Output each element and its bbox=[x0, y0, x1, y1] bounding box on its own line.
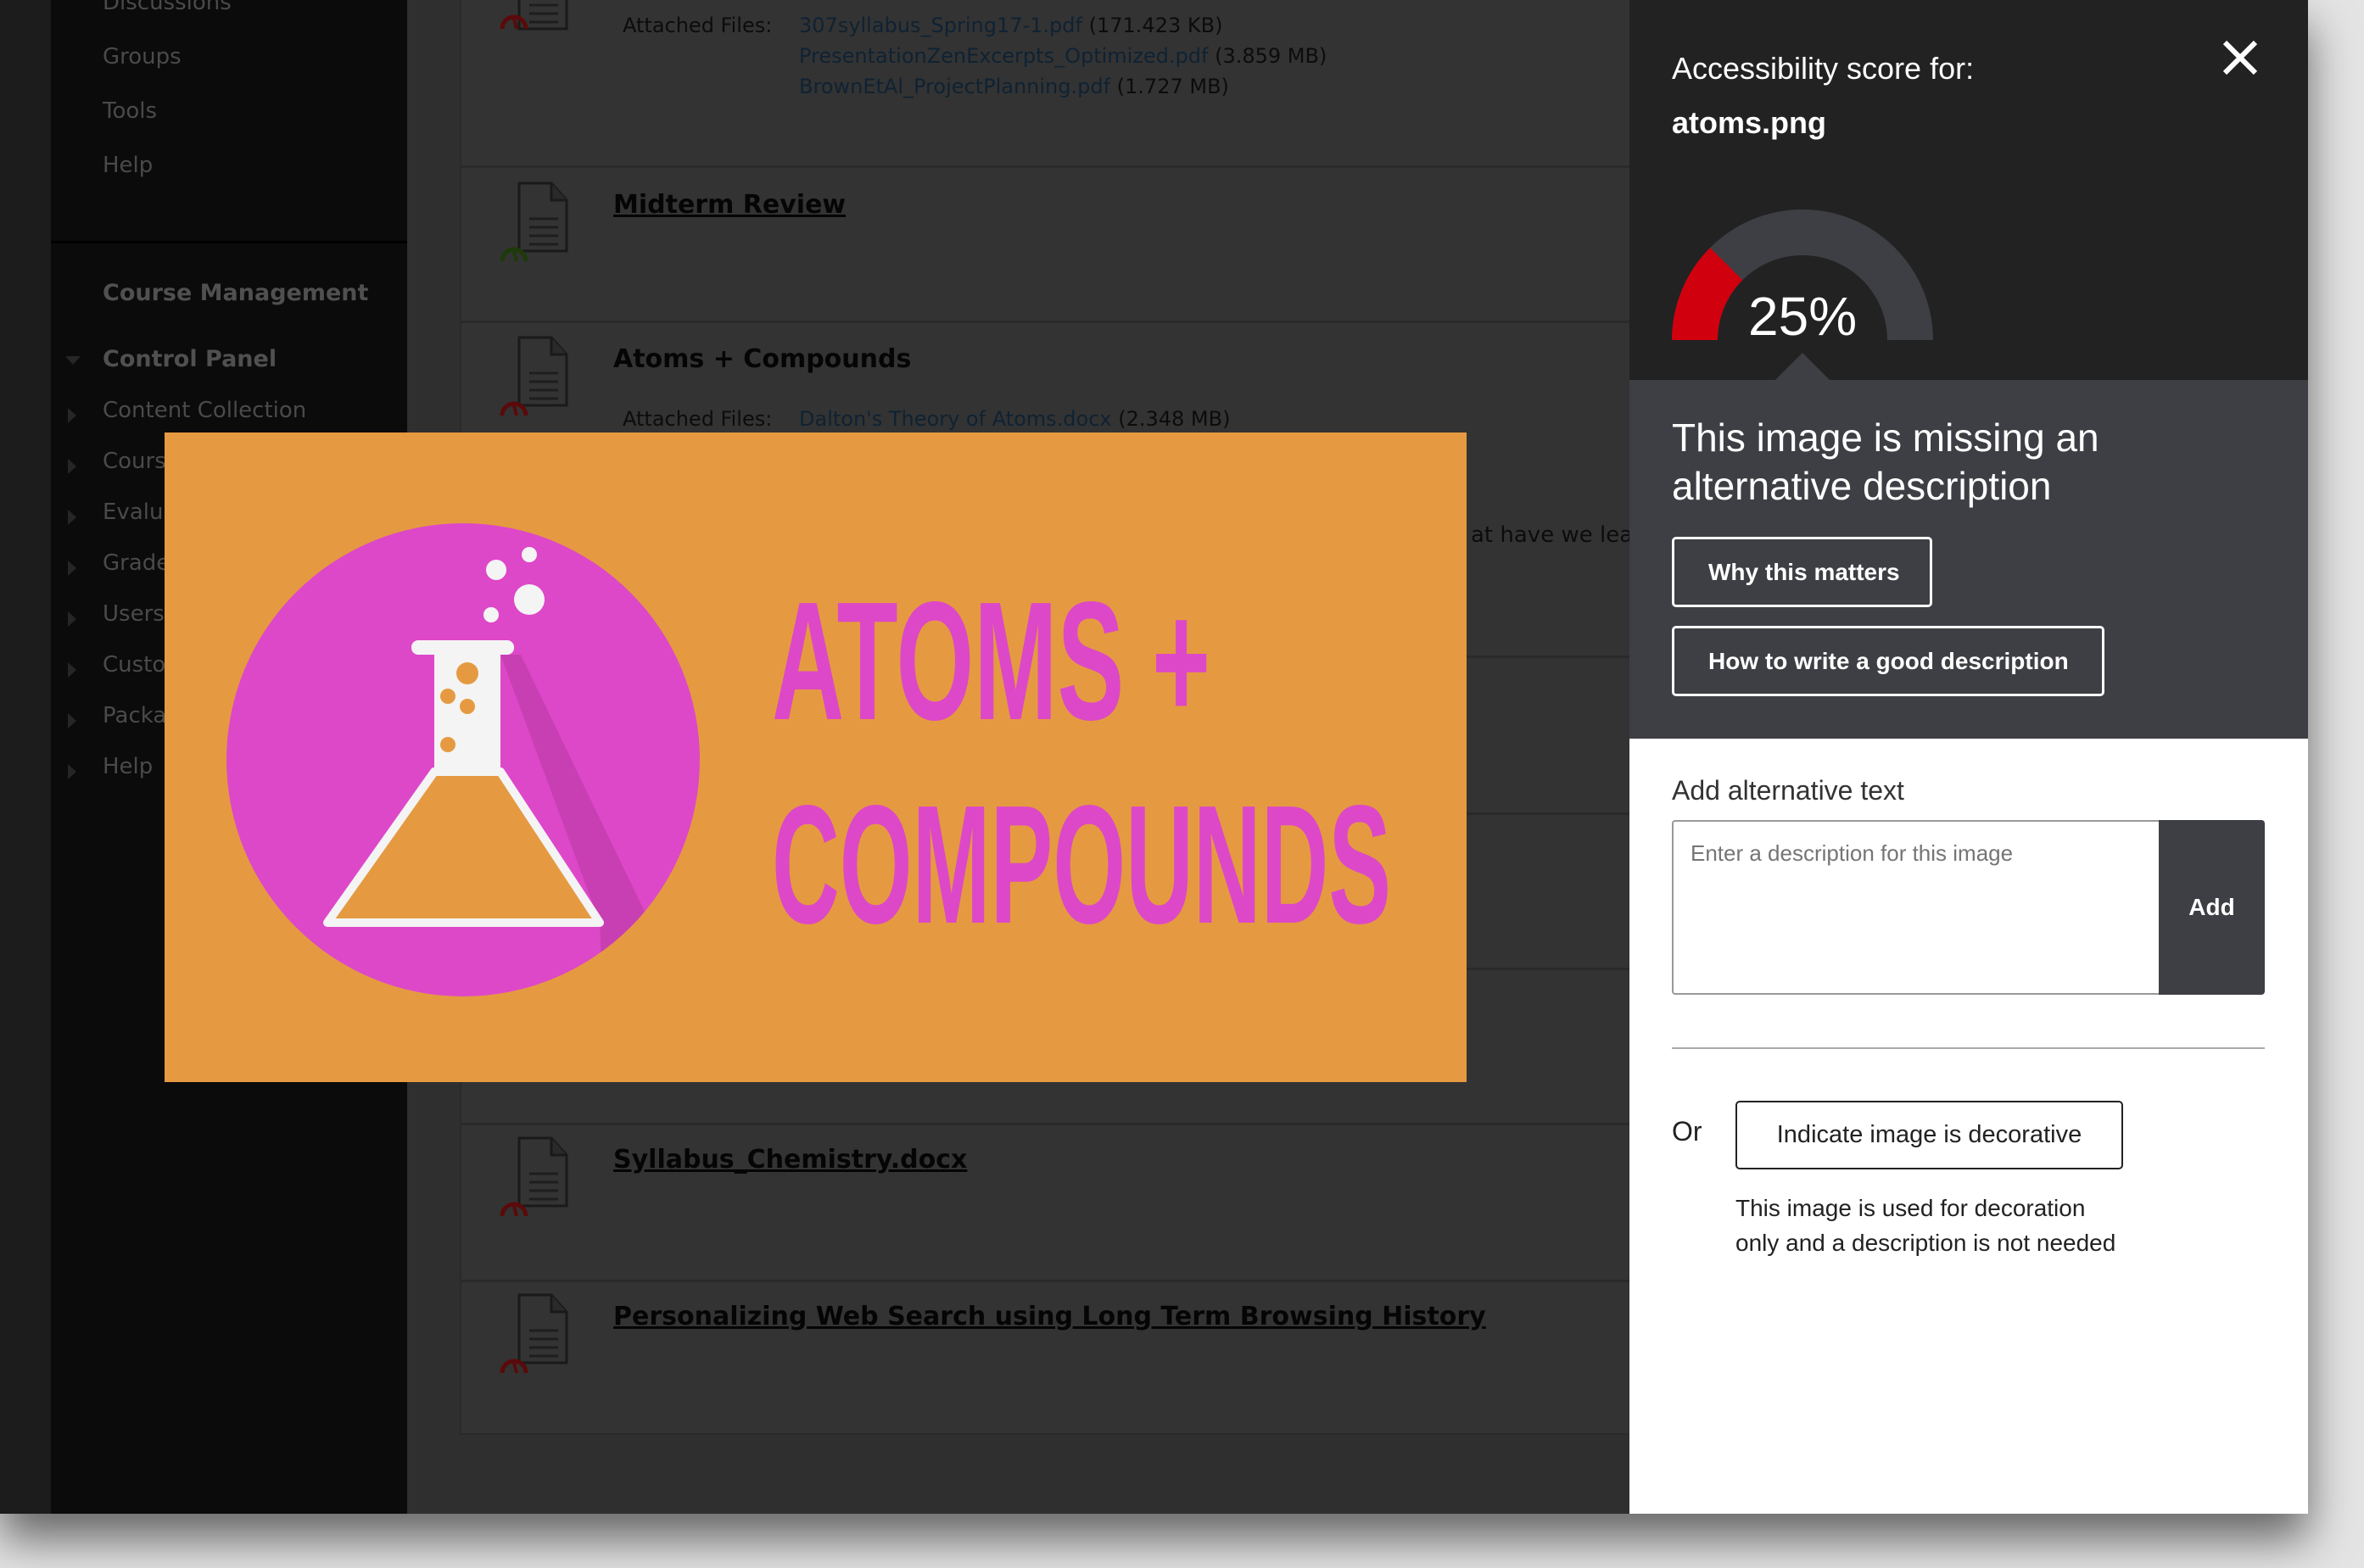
caret-right-icon bbox=[68, 510, 76, 525]
caret-right-icon bbox=[68, 459, 76, 474]
sidebar-item-discussions[interactable]: Discussions bbox=[103, 0, 232, 15]
content-item-title[interactable]: Personalizing Web Search using Long Term… bbox=[613, 1302, 1486, 1331]
caret-right-icon bbox=[68, 662, 76, 678]
accessibility-gauge-icon[interactable] bbox=[499, 8, 529, 31]
content-item-title[interactable]: Midterm Review bbox=[613, 190, 846, 220]
caret-right-icon bbox=[68, 764, 76, 779]
add-button[interactable]: Add bbox=[2159, 820, 2265, 995]
sidebar-item[interactable]: Custo bbox=[103, 652, 165, 678]
sidebar-item[interactable]: Help bbox=[103, 754, 153, 779]
sidebar-item-groups[interactable]: Groups bbox=[103, 44, 182, 70]
sidebar-item[interactable]: Packa bbox=[103, 703, 166, 728]
attached-files-label: Attached Files: bbox=[623, 407, 773, 431]
file-link[interactable]: Dalton's Theory of Atoms.docx bbox=[799, 407, 1112, 431]
indicate-decorative-button[interactable]: Indicate image is decorative bbox=[1735, 1101, 2123, 1169]
alt-text-label: Add alternative text bbox=[1672, 775, 1904, 806]
section-title-course-management: Course Management bbox=[103, 280, 369, 306]
caret-right-icon bbox=[68, 713, 76, 728]
file-link[interactable]: BrownEtAl_ProjectPlanning.pdf bbox=[799, 75, 1110, 98]
file-size: (1.727 MB) bbox=[1116, 75, 1229, 98]
why-this-matters-button[interactable]: Why this matters bbox=[1672, 537, 1932, 607]
attached-file: 307syllabus_Spring17-1.pdf (171.423 KB) bbox=[799, 14, 1222, 37]
accessibility-gauge-icon[interactable] bbox=[499, 241, 529, 263]
item-description: at have we lear bbox=[1471, 522, 1642, 548]
atoms-image: ATOMS + COMPOUNDS bbox=[226, 523, 1391, 996]
or-label: Or bbox=[1672, 1116, 1702, 1147]
content-item-title[interactable]: Syllabus_Chemistry.docx bbox=[613, 1145, 967, 1175]
decorative-help-text: This image is used for decoration only a… bbox=[1735, 1195, 2116, 1256]
app-window: Discussions Groups Tools Help Course Man… bbox=[0, 0, 2308, 1514]
alt-text-input[interactable] bbox=[1672, 820, 2159, 995]
caret-right-icon bbox=[68, 408, 76, 423]
sidebar-item-tools[interactable]: Tools bbox=[103, 98, 157, 124]
sidebar-item[interactable]: Content Collection bbox=[103, 398, 306, 423]
caret-right-icon bbox=[68, 611, 76, 627]
file-size: (171.423 KB) bbox=[1088, 14, 1223, 37]
attached-files-label: Attached Files: bbox=[623, 14, 773, 37]
file-link[interactable]: 307syllabus_Spring17-1.pdf bbox=[799, 14, 1082, 37]
attached-file: PresentationZenExcerpts_Optimized.pdf (3… bbox=[799, 44, 1327, 68]
sidebar-item[interactable]: Users bbox=[103, 601, 165, 627]
file-size: (3.859 MB) bbox=[1215, 44, 1327, 68]
sidebar-item-control-panel[interactable]: Control Panel bbox=[103, 346, 277, 372]
sidebar-item[interactable]: Cours bbox=[103, 449, 166, 474]
sidebar-item[interactable]: Grade bbox=[103, 550, 170, 576]
how-to-write-button[interactable]: How to write a good description bbox=[1672, 626, 2104, 696]
content-item-title: Atoms + Compounds bbox=[613, 344, 912, 374]
issue-section: This image is missing an alternative des… bbox=[1629, 380, 2308, 739]
left-strip bbox=[0, 0, 51, 1514]
score-gauge bbox=[1672, 209, 1933, 380]
caret-down-icon bbox=[65, 356, 81, 365]
sidebar-item-help[interactable]: Help bbox=[103, 153, 153, 178]
file-link[interactable]: PresentationZenExcerpts_Optimized.pdf bbox=[799, 44, 1208, 68]
accessibility-gauge-icon[interactable] bbox=[499, 395, 529, 417]
attached-file: BrownEtAl_ProjectPlanning.pdf (1.727 MB) bbox=[799, 75, 1229, 98]
image-text-line2: COMPOUNDS bbox=[772, 771, 1391, 959]
accessibility-gauge-icon[interactable] bbox=[499, 1353, 529, 1375]
sidebar-divider bbox=[51, 241, 407, 243]
accessibility-panel: Accessibility score for: atoms.png 25% T… bbox=[1629, 0, 2308, 1514]
divider bbox=[1672, 1047, 2265, 1049]
image-text-line1: ATOMS + bbox=[772, 567, 1210, 756]
score-header: Accessibility score for: atoms.png 25% bbox=[1629, 0, 2308, 380]
caret-right-icon bbox=[68, 561, 76, 576]
accessibility-gauge-icon[interactable] bbox=[499, 1196, 529, 1218]
score-percent: 25% bbox=[1748, 286, 1858, 347]
file-size: (2.348 MB) bbox=[1118, 407, 1231, 431]
image-preview: ATOMS + COMPOUNDS bbox=[165, 432, 1467, 1082]
issue-message: This image is missing an alternative des… bbox=[1672, 416, 2099, 508]
